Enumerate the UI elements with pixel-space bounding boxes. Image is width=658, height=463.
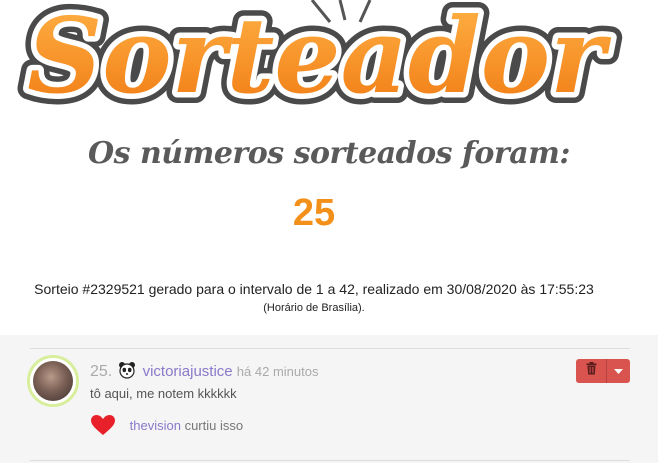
draw-info: Sorteio #2329521 gerado para o intervalo… (34, 281, 594, 297)
logo-text: Sorteador (27, 0, 612, 117)
liked-text: curtiu isso (184, 418, 244, 433)
comment-number: 25. (90, 363, 113, 380)
avatar-image (33, 361, 73, 401)
comment-text: tô aqui, me notem kkkkkk (90, 386, 237, 401)
divider-bottom (30, 460, 630, 461)
comment-username[interactable]: victoriajustice (143, 363, 233, 380)
site-logo[interactable]: Sorteador Sorteador Sorteador (0, 0, 658, 118)
drawn-number: 25 (292, 192, 336, 234)
comment-time: há 42 minutos (236, 364, 319, 379)
comment-header: 25. victoriajustice há 42 minutos (90, 361, 318, 383)
comment-likes: thevision curtiu isso (90, 414, 243, 439)
divider-top (30, 348, 630, 349)
results-headline: Os números sorteados foram: (88, 136, 570, 171)
caret-down-icon (614, 362, 623, 380)
timezone-note: (Horário de Brasília). (263, 302, 365, 314)
trash-icon (586, 362, 597, 380)
panda-icon (118, 361, 136, 383)
comment-menu-button[interactable] (607, 359, 630, 383)
heart-icon[interactable] (90, 414, 116, 439)
liker-username[interactable]: thevision (130, 418, 181, 433)
delete-comment-button[interactable] (576, 359, 607, 383)
comment-actions (576, 359, 630, 383)
commenter-avatar[interactable] (27, 355, 79, 407)
